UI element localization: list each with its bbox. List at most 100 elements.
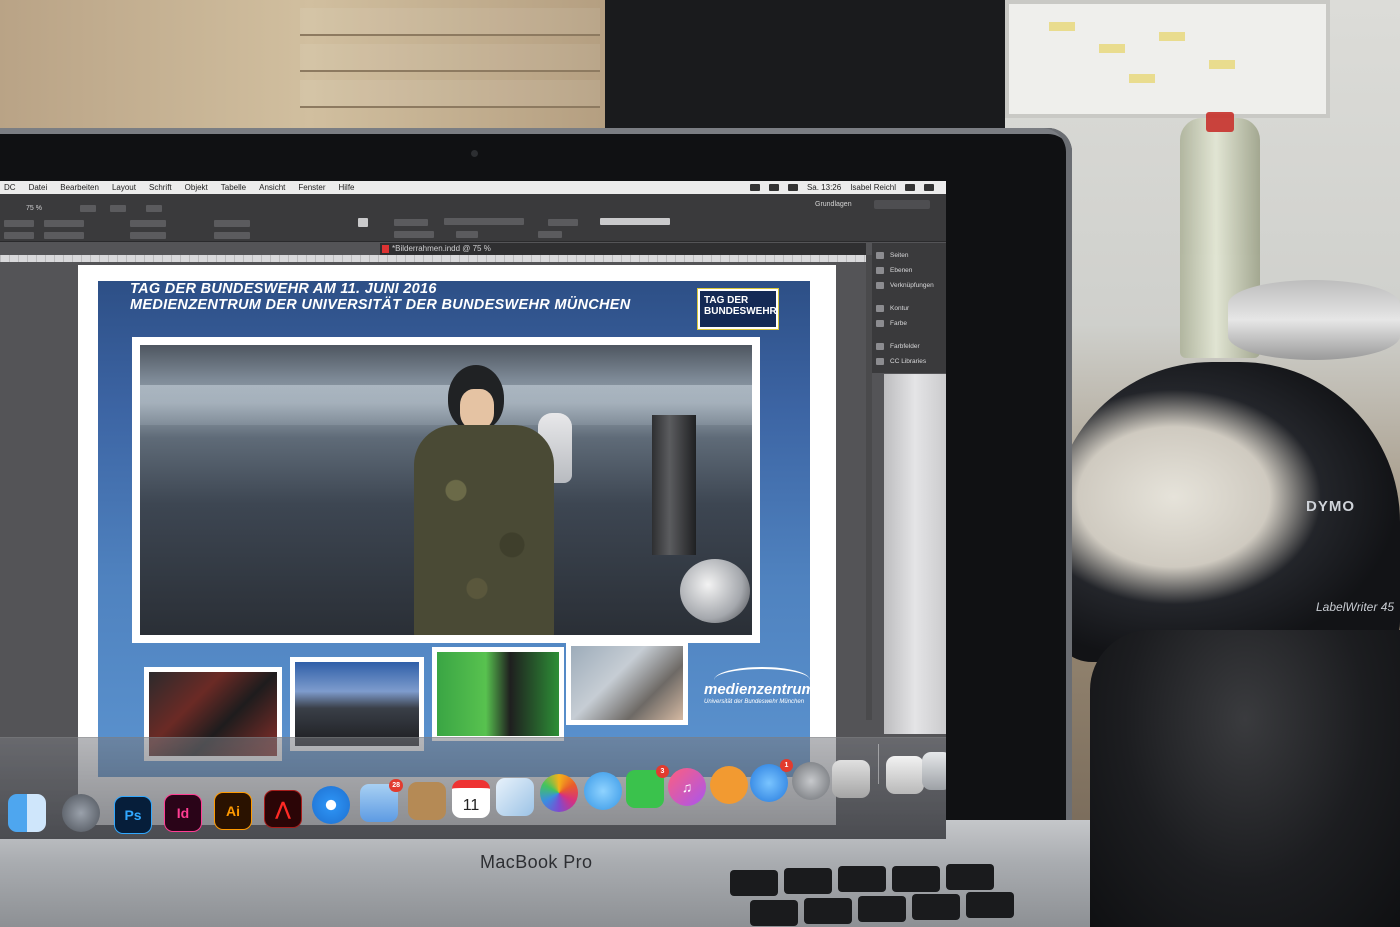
thumbnail-frame-green-screen[interactable] (432, 647, 564, 741)
launchpad-icon[interactable] (62, 794, 100, 832)
facetime-badge: 3 (656, 765, 669, 778)
printer-brand: DYMO (1306, 498, 1355, 515)
panel-layers[interactable]: Ebenen (876, 264, 912, 276)
key (946, 864, 994, 890)
wifi-icon[interactable] (768, 184, 779, 191)
system-preferences-icon[interactable] (792, 762, 830, 800)
battery-icon[interactable] (787, 184, 798, 191)
menu-bar-user[interactable]: Isabel Reichl (850, 183, 896, 192)
key (912, 894, 960, 920)
tag-der-bundeswehr-logo[interactable]: TAG DER BUNDESWEHR (697, 288, 779, 330)
menu-item-tabelle[interactable]: Tabelle (221, 183, 246, 192)
menu-item-schrift[interactable]: Schrift (149, 183, 172, 192)
logo-subtitle: Universität der Bundeswehr München (704, 699, 805, 705)
scale-y-field[interactable] (130, 232, 166, 239)
board-note (1099, 44, 1125, 53)
fill-swatch[interactable] (358, 218, 368, 227)
stroke-type-field[interactable] (394, 231, 434, 238)
workspace-switcher[interactable]: Grundlagen (815, 201, 852, 208)
x-field[interactable] (4, 220, 34, 227)
panel-label: Ebenen (890, 266, 913, 274)
menu-item-dc[interactable]: DC (4, 183, 16, 192)
mail-badge: 28 (389, 779, 403, 792)
panel-label: Kontur (890, 304, 910, 312)
stroke-icon (876, 304, 884, 312)
frame-fitting-buttons[interactable] (444, 218, 524, 225)
thumbnail-photo (571, 646, 683, 720)
creative-cloud-icon[interactable] (749, 184, 760, 191)
messages-icon[interactable] (584, 772, 622, 810)
document-tab[interactable]: *Bilderrahmen.indd @ 75 % (380, 243, 866, 255)
opacity-field[interactable] (456, 231, 478, 238)
menu-item-fenster[interactable]: Fenster (298, 183, 325, 192)
shelf-drawer (300, 80, 600, 108)
menu-item-datei[interactable]: Datei (29, 183, 48, 192)
rotate-field[interactable] (214, 220, 250, 227)
menu-bar-clock[interactable]: Sa. 13:26 (807, 183, 841, 192)
panel-cc-libraries[interactable]: CC Libraries (876, 355, 926, 367)
safari-icon[interactable] (312, 786, 350, 824)
photoshop-icon[interactable]: Ps (114, 796, 152, 834)
w-field[interactable] (4, 232, 34, 239)
screen-mode-button[interactable] (80, 205, 96, 212)
key (966, 892, 1014, 918)
photos-icon[interactable] (540, 774, 578, 812)
panel-swatches[interactable]: Farbfelder (876, 340, 920, 352)
acrobat-icon[interactable]: ⋀ (264, 790, 302, 828)
contacts-icon[interactable] (408, 782, 446, 820)
laptop-brand: MacBook Pro (480, 852, 593, 872)
menu-item-bearbeiten[interactable]: Bearbeiten (60, 183, 99, 192)
thumbnail-frame-dinosaur[interactable] (566, 641, 688, 725)
layers-icon (876, 266, 884, 274)
zoom-level[interactable]: 75 % (26, 205, 42, 212)
trash-icon[interactable] (922, 752, 946, 790)
finder-icon[interactable] (8, 794, 46, 832)
ibooks-icon[interactable] (710, 766, 748, 804)
adobe-stock-search[interactable] (874, 200, 930, 209)
printer-icon[interactable] (832, 760, 870, 798)
menu-item-hilfe[interactable]: Hilfe (339, 183, 355, 192)
panel-label: Farbfelder (890, 342, 920, 350)
facetime-icon[interactable]: 3 (626, 765, 669, 808)
headline-event: TAG DER BUNDESWEHR AM 11. JUNI 2016 (130, 281, 437, 297)
panel-links[interactable]: Verknüpfungen (876, 279, 934, 291)
key (892, 866, 940, 892)
mac-menu-bar: DC Datei Bearbeiten Layout Schrift Objek… (0, 181, 946, 194)
illustrator-icon[interactable]: Ai (214, 792, 252, 830)
menu-item-layout[interactable]: Layout (112, 183, 136, 192)
indesign-icon[interactable]: Id (164, 794, 202, 832)
documents-icon[interactable] (886, 756, 924, 794)
y-field[interactable] (44, 220, 84, 227)
panel-stroke[interactable]: Kontur (876, 302, 909, 314)
mail-icon[interactable]: 28 (360, 779, 403, 822)
calendar-day: 11 (462, 797, 480, 814)
dock-divider (878, 744, 879, 784)
h-field[interactable] (44, 232, 84, 239)
scale-x-field[interactable] (130, 220, 166, 227)
ref-point-field[interactable] (548, 219, 578, 226)
calendar-icon[interactable]: 11 (452, 780, 490, 818)
laptop-screen: DC Datei Bearbeiten Layout Schrift Objek… (0, 181, 946, 839)
arrange-button[interactable] (110, 205, 126, 212)
key (858, 896, 906, 922)
notification-center-icon[interactable] (924, 184, 934, 191)
panel-pages[interactable]: Seiten (876, 249, 908, 261)
key (838, 866, 886, 892)
key (750, 900, 798, 926)
medienzentrum-logo[interactable]: medienzentrum Universität der Bundeswehr… (704, 667, 815, 731)
monolith-shape (652, 415, 696, 555)
appstore-badge: 1 (780, 759, 793, 772)
menu-item-objekt[interactable]: Objekt (185, 183, 208, 192)
hero-image-frame[interactable] (132, 337, 760, 643)
itunes-icon[interactable]: ♫ (668, 768, 706, 806)
view-options-button[interactable] (146, 205, 162, 212)
panel-color[interactable]: Farbe (876, 317, 907, 329)
shear-field[interactable] (214, 232, 250, 239)
object-style-dropdown[interactable] (600, 218, 670, 225)
spotlight-icon[interactable] (905, 184, 915, 191)
preview-icon[interactable] (496, 778, 534, 816)
appstore-icon[interactable]: 1 (750, 759, 793, 802)
stroke-weight-field[interactable] (394, 219, 428, 226)
effects-field[interactable] (538, 231, 562, 238)
menu-item-ansicht[interactable]: Ansicht (259, 183, 285, 192)
